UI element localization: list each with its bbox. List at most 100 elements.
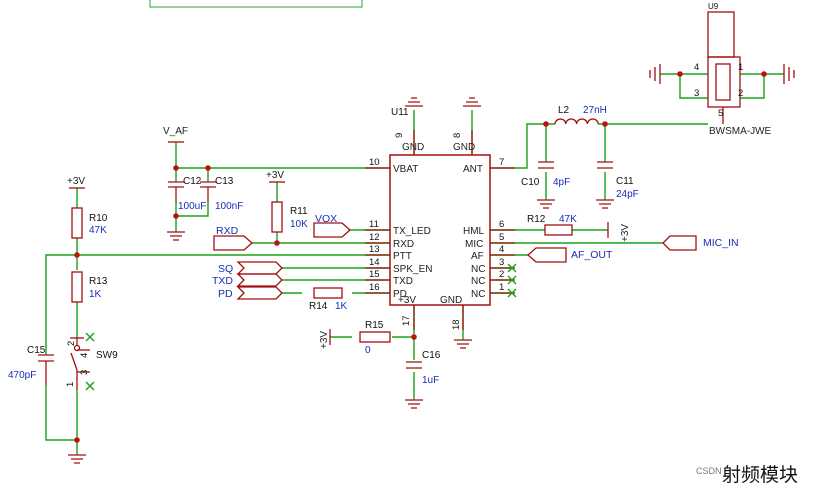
- u11-pin-num: 8: [452, 133, 463, 138]
- u11-pin-name: PTT: [393, 251, 412, 262]
- u11-pin-num: 18: [451, 319, 462, 330]
- schematic-svg: U11 10 VBAT 11 TX_LED 12 RXD 13 PTT 14 S…: [8, 0, 798, 486]
- u11-pin-name: MIC: [465, 239, 483, 250]
- r15-designator: R15: [365, 320, 384, 331]
- c16-designator: C16: [422, 350, 441, 361]
- u9-pin: 1: [738, 62, 743, 73]
- junction-dot: [761, 71, 767, 77]
- u11-pin-name: GND: [402, 142, 424, 153]
- ground-symbol: [596, 199, 614, 209]
- u11-pin-name: GND: [453, 142, 475, 153]
- r13-value: 1K: [89, 289, 102, 300]
- r12-body: [544, 224, 573, 236]
- vox-port: [313, 222, 351, 238]
- junction-dot: [543, 121, 549, 127]
- junction-dot: [602, 121, 608, 127]
- sw9-pin: 4: [79, 353, 90, 358]
- r10-value: 47K: [89, 225, 107, 236]
- u11-pin-name: NC: [471, 289, 485, 300]
- u11-pin-name: HML: [463, 226, 485, 237]
- l2-value: 27nH: [583, 105, 607, 116]
- l2-coil: [554, 118, 599, 125]
- u11-pin-num: 14: [369, 257, 380, 268]
- u11-pin-name: TX_LED: [393, 226, 431, 237]
- r14-value: 1K: [335, 301, 348, 312]
- u11-pin-num: 10: [369, 157, 380, 168]
- txd-label: TXD: [212, 275, 233, 287]
- u9-pin: 3: [694, 88, 699, 99]
- no-connect-marker: [85, 332, 95, 342]
- junction-dot: [173, 165, 179, 171]
- mic-in-port: [662, 235, 697, 251]
- c11-designator: C11: [616, 176, 634, 187]
- junction-dot: [411, 334, 417, 340]
- u9-designator: U9: [708, 2, 719, 11]
- r12-value: 47K: [559, 214, 577, 225]
- sw9-pin: 2: [66, 341, 77, 346]
- rxd-label: RXD: [216, 225, 239, 237]
- ground-symbol: [783, 64, 795, 84]
- c12-designator: C12: [183, 176, 202, 187]
- v-af-label: V_AF: [163, 126, 188, 137]
- sw9-designator: SW9: [96, 350, 118, 361]
- r11-value: 10K: [290, 219, 308, 230]
- c11-plates: [597, 161, 613, 169]
- r11-body: [271, 201, 283, 233]
- u11-pin-num: 17: [401, 315, 412, 326]
- sw9-pin: 3: [79, 370, 90, 375]
- c12-plates: [168, 181, 184, 188]
- junction-dot: [677, 71, 683, 77]
- sw9-switch: 2 4 1 3 SW9: [65, 337, 118, 390]
- c12-value: 100uF: [178, 201, 206, 212]
- junction-dot: [173, 213, 179, 219]
- p3v-label: +3V: [266, 170, 284, 181]
- ground-symbol: [649, 64, 661, 84]
- u11-pin-name: SPK_EN: [393, 264, 432, 275]
- ground-symbol: [405, 97, 423, 107]
- l2-designator: L2: [558, 105, 570, 116]
- ground-symbol: [463, 97, 481, 107]
- r14-body: [313, 287, 343, 299]
- junction-dot: [74, 252, 80, 258]
- u11-pin-num: 6: [499, 219, 504, 230]
- wire-u9-sides: [679, 73, 765, 99]
- ground-symbol: [454, 339, 472, 349]
- u11-pin-name: NC: [471, 276, 485, 287]
- c10-plates: [538, 161, 554, 169]
- u11-pin-name: GND: [440, 295, 462, 306]
- ground-symbol: [537, 199, 555, 209]
- c15-value: 470pF: [8, 370, 36, 381]
- sq-label: SQ: [218, 263, 233, 275]
- c10-designator: C10: [521, 177, 540, 188]
- u11-pin-name: +3V: [398, 295, 416, 306]
- p3v-label: +3V: [67, 176, 85, 187]
- module-caption: 射频模块: [722, 464, 798, 486]
- u9-value: BWSMA-JWE: [709, 126, 772, 137]
- p3v-label: +3V: [319, 331, 330, 349]
- u11-pin-name: ANT: [463, 164, 483, 175]
- junction-dot: [74, 437, 80, 443]
- r14-designator: R14: [309, 301, 328, 312]
- mic-in-label: MIC_IN: [703, 237, 739, 249]
- u9-pin: 5: [718, 108, 723, 119]
- u11-pin-num: 1: [499, 282, 504, 293]
- ground-symbol: [68, 454, 86, 464]
- junction-dot: [274, 240, 280, 246]
- rxd-port: [213, 235, 253, 251]
- u11-pin-num: 9: [394, 133, 405, 138]
- adjacent-sheet-frame: [149, 0, 363, 8]
- watermark: CSDN: [696, 466, 722, 476]
- c16-plates: [406, 361, 422, 369]
- r12-designator: R12: [527, 214, 546, 225]
- txd-port: [236, 273, 283, 287]
- c10-value: 4pF: [553, 177, 570, 188]
- u11-pin-name: TXD: [393, 276, 413, 287]
- u11-pin-num: 15: [369, 269, 380, 280]
- c11-value: 24pF: [616, 189, 639, 200]
- u11-pin-name: AF: [471, 251, 484, 262]
- u9-core: [715, 63, 731, 101]
- u11-pin-name: NC: [471, 264, 485, 275]
- r11-designator: R11: [290, 206, 308, 217]
- u11-pin-num: 13: [369, 244, 380, 255]
- u11-pin-num: 5: [499, 232, 504, 243]
